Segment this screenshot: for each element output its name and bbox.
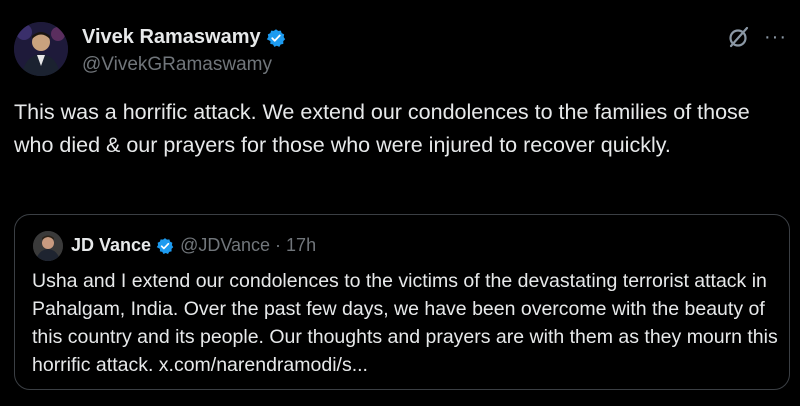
- quoted-tweet-text: Usha and I extend our condolences to the…: [32, 270, 778, 376]
- tweet: Vivek Ramaswamy @VivekGRamaswamy ··· Thi…: [0, 0, 800, 406]
- quoted-timestamp[interactable]: 17h: [286, 235, 316, 256]
- separator-dot: ·: [275, 235, 282, 255]
- author-handle[interactable]: @VivekGRamaswamy: [82, 54, 272, 76]
- quoted-author-avatar[interactable]: [33, 231, 63, 261]
- author-name-row[interactable]: Vivek Ramaswamy: [82, 26, 286, 49]
- quoted-author-handle[interactable]: @JDVance: [180, 235, 270, 256]
- tweet-text: This was a horrific attack. We extend ou…: [14, 100, 750, 157]
- quoted-header: JD Vance @JDVance · 17h: [71, 235, 316, 256]
- more-options-icon[interactable]: ···: [764, 27, 787, 47]
- quoted-verified-badge-icon: [156, 237, 174, 255]
- verified-badge-icon: [266, 28, 286, 48]
- quoted-tweet[interactable]: JD Vance @JDVance · 17h Usha and I exten…: [14, 214, 790, 390]
- grok-icon[interactable]: [726, 24, 752, 50]
- author-avatar[interactable]: [14, 22, 68, 76]
- quoted-author-name[interactable]: JD Vance: [71, 235, 151, 256]
- author-name[interactable]: Vivek Ramaswamy: [82, 26, 261, 49]
